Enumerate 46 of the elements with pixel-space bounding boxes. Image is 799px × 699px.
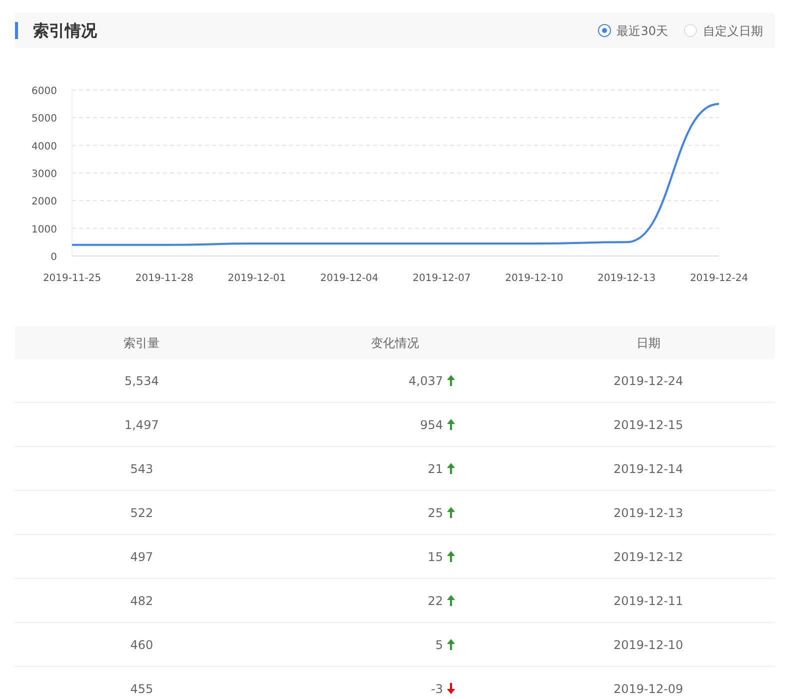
table-cell: 2019-12-09 xyxy=(613,682,684,696)
table-cell-text: 15 xyxy=(428,548,443,566)
axis-label: 2019-11-28 xyxy=(135,273,194,284)
axis-label: 1000 xyxy=(32,224,57,236)
table-cell: 2019-12-10 xyxy=(613,638,684,652)
table-cell: 2019-12-11 xyxy=(613,594,684,608)
axis-label: 2019-12-07 xyxy=(412,273,471,284)
table-cell-text: 5 xyxy=(435,636,443,654)
axis-label: 0 xyxy=(50,252,57,263)
table-cell: 543 xyxy=(130,462,154,476)
table-cell: 2019-12-24 xyxy=(613,374,684,388)
table-cell-text: 22 xyxy=(428,592,443,610)
accent-bar xyxy=(15,22,18,39)
axis-label: 4000 xyxy=(32,141,57,152)
table-cell: 482 xyxy=(130,594,154,608)
column-header: 日期 xyxy=(636,336,660,350)
range-radio[interactable]: 自定义日期 xyxy=(684,22,763,40)
range-radio[interactable]: 最近30天 xyxy=(598,22,668,40)
axis-label: 6000 xyxy=(32,86,57,97)
table-cell-text: 954 xyxy=(420,416,443,434)
table-cell: 2019-12-14 xyxy=(613,462,684,476)
axis-label: 2019-12-24 xyxy=(690,273,748,284)
table-cell-text: 21 xyxy=(428,460,443,478)
table-cell: 5,534 xyxy=(124,374,159,388)
column-header: 索引量 xyxy=(124,336,160,350)
table-cell: 460 xyxy=(130,638,154,652)
table-cell-text: -3 xyxy=(431,680,443,698)
table-cell: 2019-12-12 xyxy=(613,550,684,564)
table-cell: 2019-12-13 xyxy=(613,506,684,520)
table-cell: 2019-12-15 xyxy=(613,418,684,432)
table-cell: 522 xyxy=(130,506,154,520)
axis-label: 5000 xyxy=(32,114,57,125)
axis-label: 2019-12-10 xyxy=(505,273,564,284)
axis-label: 2019-11-25 xyxy=(42,273,102,284)
axis-label: 3000 xyxy=(32,169,57,180)
axis-label: 2000 xyxy=(32,196,57,208)
table-cell: 1,497 xyxy=(124,418,159,432)
section-title: 索引情况 xyxy=(33,20,97,42)
column-header: 变化情况 xyxy=(370,336,419,350)
table-cell: 497 xyxy=(130,550,154,564)
axis-label: 2019-12-13 xyxy=(598,273,656,284)
table-cell-text: 25 xyxy=(428,504,443,522)
table-cell-text: 4,037 xyxy=(408,372,443,390)
table-cell: 455 xyxy=(130,682,154,696)
axis-label: 2019-12-01 xyxy=(228,273,286,284)
axis-label: 2019-12-04 xyxy=(320,273,378,284)
